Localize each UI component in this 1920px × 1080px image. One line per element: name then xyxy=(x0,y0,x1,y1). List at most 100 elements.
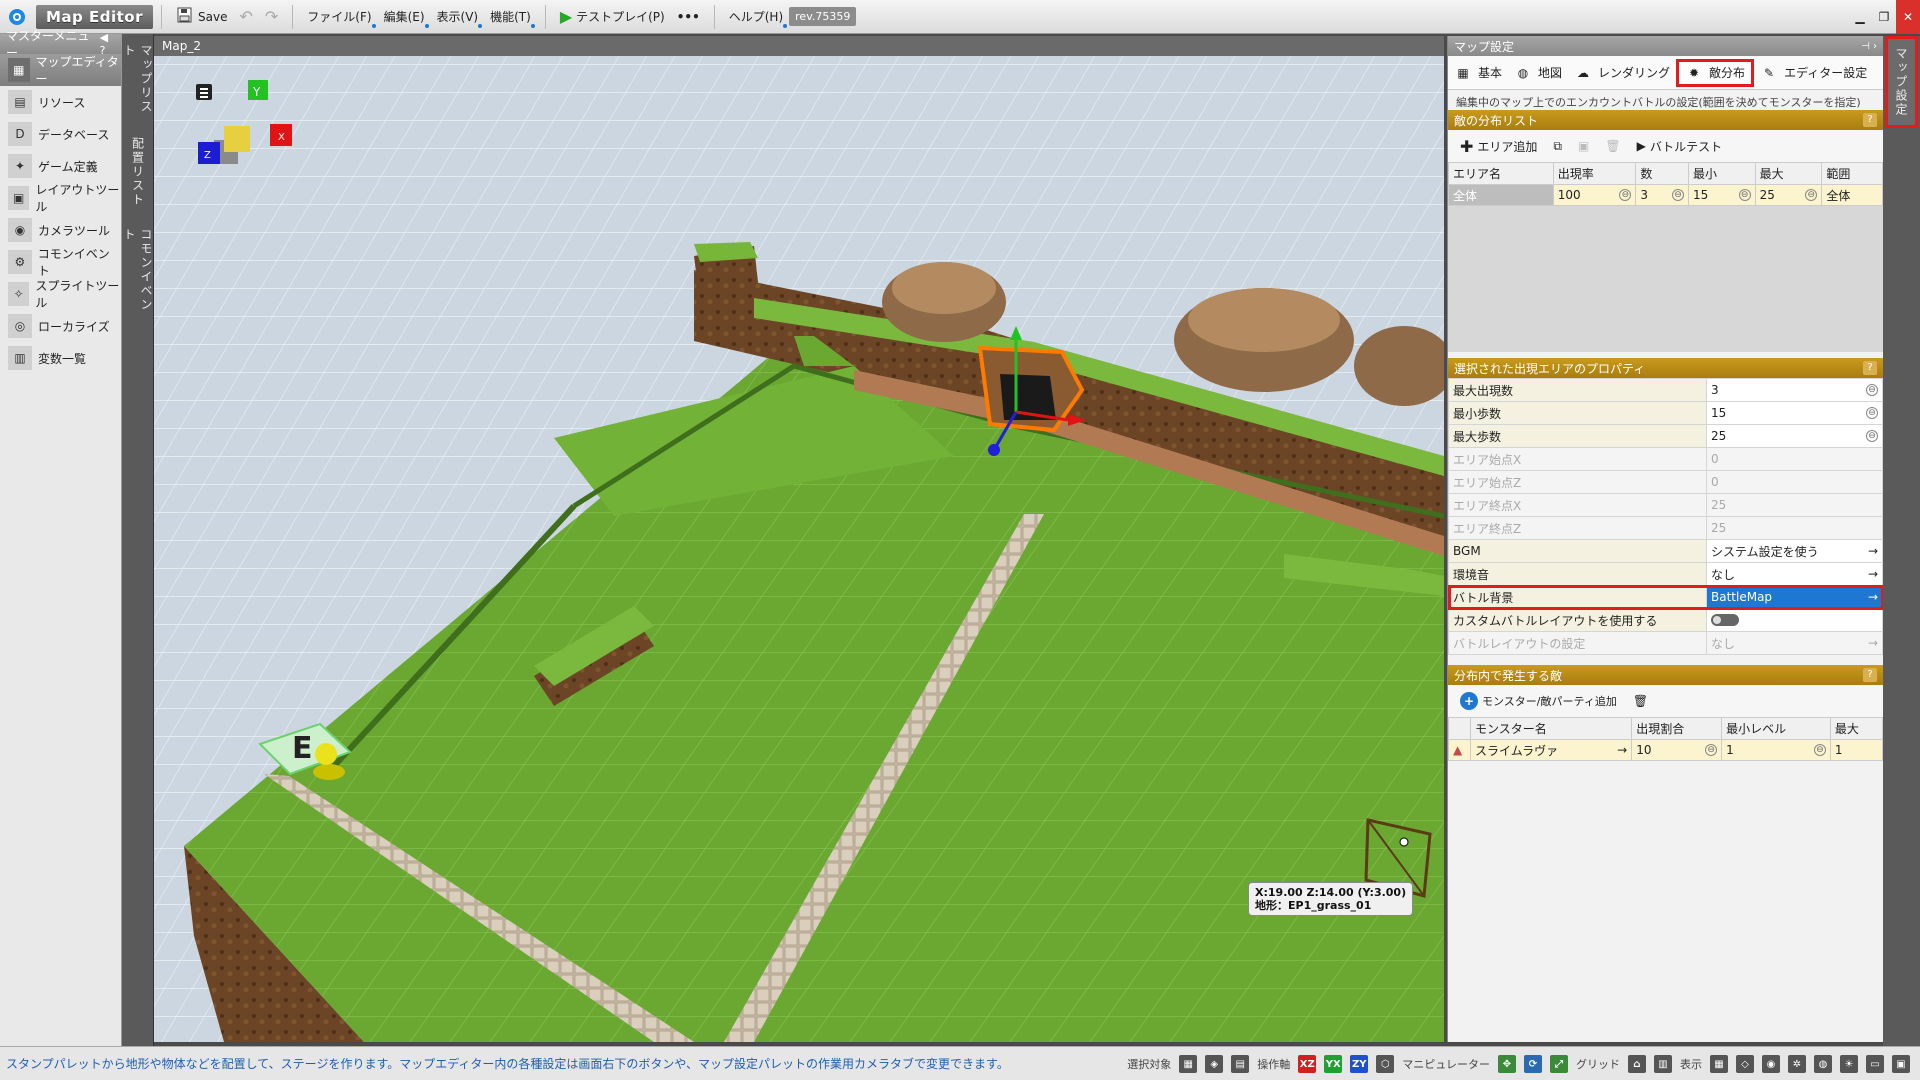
area-max-cell[interactable]: 25 ⊖ xyxy=(1754,184,1823,206)
property-row[interactable]: バトルレイアウトの設定 なし → xyxy=(1448,631,1883,655)
area-range-cell[interactable]: 全体 xyxy=(1821,184,1883,206)
axis-xz-button[interactable]: XZ xyxy=(1298,1055,1317,1073)
copy-area-button[interactable]: ⧉ xyxy=(1549,134,1566,158)
select-all-icon[interactable]: ▤ xyxy=(1231,1055,1250,1073)
property-value-cell[interactable]: 25 ⊖ xyxy=(1706,424,1883,448)
tab-editor-settings[interactable]: ✎ エディター設定 xyxy=(1754,59,1873,87)
add-monster-button[interactable]: + モンスター/敵パーティ追加 xyxy=(1456,689,1621,713)
arrow-right-icon[interactable]: → xyxy=(1617,743,1627,757)
area-count-cell[interactable]: 3 ⊖ xyxy=(1635,184,1690,206)
property-value-cell[interactable]: なし → xyxy=(1706,631,1883,655)
property-value-cell[interactable]: 0 xyxy=(1706,470,1883,494)
paste-area-button[interactable]: ▣ xyxy=(1574,134,1593,158)
tab-placement-list[interactable]: 配置リスト xyxy=(122,126,154,218)
menu-item[interactable]: ⚙ コモンイベント xyxy=(0,246,121,278)
menu-item[interactable]: ✧ スプライトツール xyxy=(0,278,121,310)
property-row[interactable]: エリア始点X 0 xyxy=(1448,447,1883,471)
minimize-icon[interactable]: ▁ xyxy=(1848,0,1872,34)
property-value-cell[interactable]: 3 ⊖ xyxy=(1706,378,1883,402)
property-row[interactable]: BGM システム設定を使う → xyxy=(1448,539,1883,563)
arrow-right-icon[interactable]: → xyxy=(1868,544,1878,558)
undo-button[interactable]: ↶ xyxy=(233,4,258,30)
manipulator-scale-icon[interactable]: ⤢ xyxy=(1550,1055,1568,1073)
battle-test-button[interactable]: ▶ バトルテスト xyxy=(1633,134,1727,158)
property-row[interactable]: エリア始点Z 0 xyxy=(1448,470,1883,494)
menu-view[interactable]: 表示(V) xyxy=(431,4,485,30)
property-row[interactable]: バトル背景 BattleMap → xyxy=(1447,584,1884,610)
add-area-button[interactable]: ✚ エリア追加 xyxy=(1456,134,1541,158)
manipulator-icon[interactable]: ⬡ xyxy=(1376,1055,1395,1073)
stepper-icon[interactable]: ⊖ xyxy=(1672,189,1685,201)
stepper-icon[interactable]: ⊖ xyxy=(1866,430,1878,442)
pin-icon[interactable]: ⊣ › xyxy=(1861,41,1877,52)
monster-max-cell[interactable]: 1 xyxy=(1829,739,1884,761)
area-rate-cell[interactable]: 100 ⊖ xyxy=(1552,184,1637,206)
menu-item[interactable]: ▣ レイアウトツール xyxy=(0,182,121,214)
tab-rendering[interactable]: ☁ レンダリング xyxy=(1568,59,1676,87)
display-cube-icon[interactable]: ◇ xyxy=(1736,1055,1754,1073)
property-row[interactable]: 最小歩数 15 ⊖ xyxy=(1448,401,1883,425)
stepper-icon[interactable]: ⊖ xyxy=(1866,407,1878,419)
testplay-button[interactable]: ▶ テストプレイ(P) xyxy=(554,4,671,30)
tab-map-settings[interactable]: マップ設定 xyxy=(1885,36,1918,128)
display-box-icon[interactable]: ▣ xyxy=(1892,1055,1910,1073)
tab-common-event[interactable]: コモンイベント xyxy=(122,218,154,328)
monster-name-cell[interactable]: スライムラヴァ → xyxy=(1469,739,1633,761)
table-row[interactable]: 全体 100 ⊖ 3 ⊖ 15 ⊖ 25 ⊖ 全体 xyxy=(1448,184,1883,206)
monster-rate-cell[interactable]: 10 ⊖ xyxy=(1631,739,1723,761)
axis-zy-button[interactable]: ZY xyxy=(1350,1055,1369,1073)
property-row[interactable]: 最大出現数 3 ⊖ xyxy=(1448,378,1883,402)
tab-basic-settings[interactable]: ▦ 基本 xyxy=(1448,59,1508,87)
close-icon[interactable]: ✕ xyxy=(1896,0,1920,34)
more-options-button[interactable]: ••• xyxy=(671,4,706,30)
property-row[interactable]: カスタムバトルレイアウトを使用する xyxy=(1448,608,1883,632)
property-value-cell[interactable] xyxy=(1706,608,1883,632)
toggle-switch[interactable] xyxy=(1711,614,1739,626)
property-value-cell[interactable]: 15 ⊖ xyxy=(1706,401,1883,425)
display-layer-icon[interactable]: ▭ xyxy=(1866,1055,1884,1073)
property-row[interactable]: エリア終点X 25 xyxy=(1448,493,1883,517)
menu-help[interactable]: ヘルプ(H) xyxy=(723,4,789,30)
display-settings-icon[interactable]: ✲ xyxy=(1788,1055,1806,1073)
menu-file[interactable]: ファイル(F) xyxy=(301,4,377,30)
property-value-cell[interactable]: なし → xyxy=(1706,562,1883,586)
property-row[interactable]: 環境音 なし → xyxy=(1448,562,1883,586)
select-grid-icon[interactable]: ▦ xyxy=(1179,1055,1198,1073)
save-button[interactable]: Save xyxy=(170,4,233,30)
property-value-cell[interactable]: 25 xyxy=(1706,493,1883,517)
arrow-right-icon[interactable]: → xyxy=(1868,590,1878,604)
arrow-right-icon[interactable]: → xyxy=(1868,636,1878,650)
stepper-icon[interactable]: ⊖ xyxy=(1813,744,1826,756)
display-light-icon[interactable]: ☀ xyxy=(1840,1055,1858,1073)
menu-item[interactable]: ▦ マップエディター xyxy=(0,54,121,86)
menu-item[interactable]: ◉ カメラツール xyxy=(0,214,121,246)
menu-item[interactable]: ▥ 変数一覧 xyxy=(0,342,121,374)
property-value-cell[interactable]: 25 xyxy=(1706,516,1883,540)
stepper-icon[interactable]: ⊖ xyxy=(1619,189,1632,201)
monster-min_level-cell[interactable]: 1 ⊖ xyxy=(1721,739,1831,761)
property-row[interactable]: 最大歩数 25 ⊖ xyxy=(1448,424,1883,448)
tab-enemy-distribution[interactable]: ✹ 敵分布 xyxy=(1676,58,1755,87)
grid-toggle-icon[interactable]: ⌂ xyxy=(1628,1055,1646,1073)
manipulator-rotate-icon[interactable]: ⟳ xyxy=(1524,1055,1542,1073)
menu-edit[interactable]: 編集(E) xyxy=(378,4,431,30)
delete-monster-button[interactable]: 🗑 xyxy=(1629,689,1652,713)
help-icon[interactable]: ? xyxy=(1863,668,1877,682)
menu-item[interactable]: D データベース xyxy=(0,118,121,150)
select-object-icon[interactable]: ◈ xyxy=(1205,1055,1224,1073)
tab-map-list[interactable]: マップリスト xyxy=(122,34,154,126)
menu-tools[interactable]: 機能(T) xyxy=(484,4,537,30)
stepper-icon[interactable]: ⊖ xyxy=(1705,744,1718,756)
redo-button[interactable]: ↷ xyxy=(259,4,284,30)
display-camera-icon[interactable]: ◉ xyxy=(1762,1055,1780,1073)
help-icon[interactable]: ? xyxy=(1863,113,1877,127)
display-grid-icon[interactable]: ▦ xyxy=(1710,1055,1728,1073)
display-world-icon[interactable]: ◍ xyxy=(1814,1055,1832,1073)
restore-icon[interactable]: ❐ xyxy=(1872,0,1896,34)
manipulator-move-icon[interactable]: ✥ xyxy=(1498,1055,1516,1073)
area-min-cell[interactable]: 15 ⊖ xyxy=(1688,184,1756,206)
arrow-right-icon[interactable]: → xyxy=(1868,567,1878,581)
tab-world-map[interactable]: ◍ 地図 xyxy=(1508,59,1568,87)
axis-yx-button[interactable]: YX xyxy=(1324,1055,1343,1073)
delete-area-button[interactable]: 🗑 xyxy=(1601,134,1624,158)
